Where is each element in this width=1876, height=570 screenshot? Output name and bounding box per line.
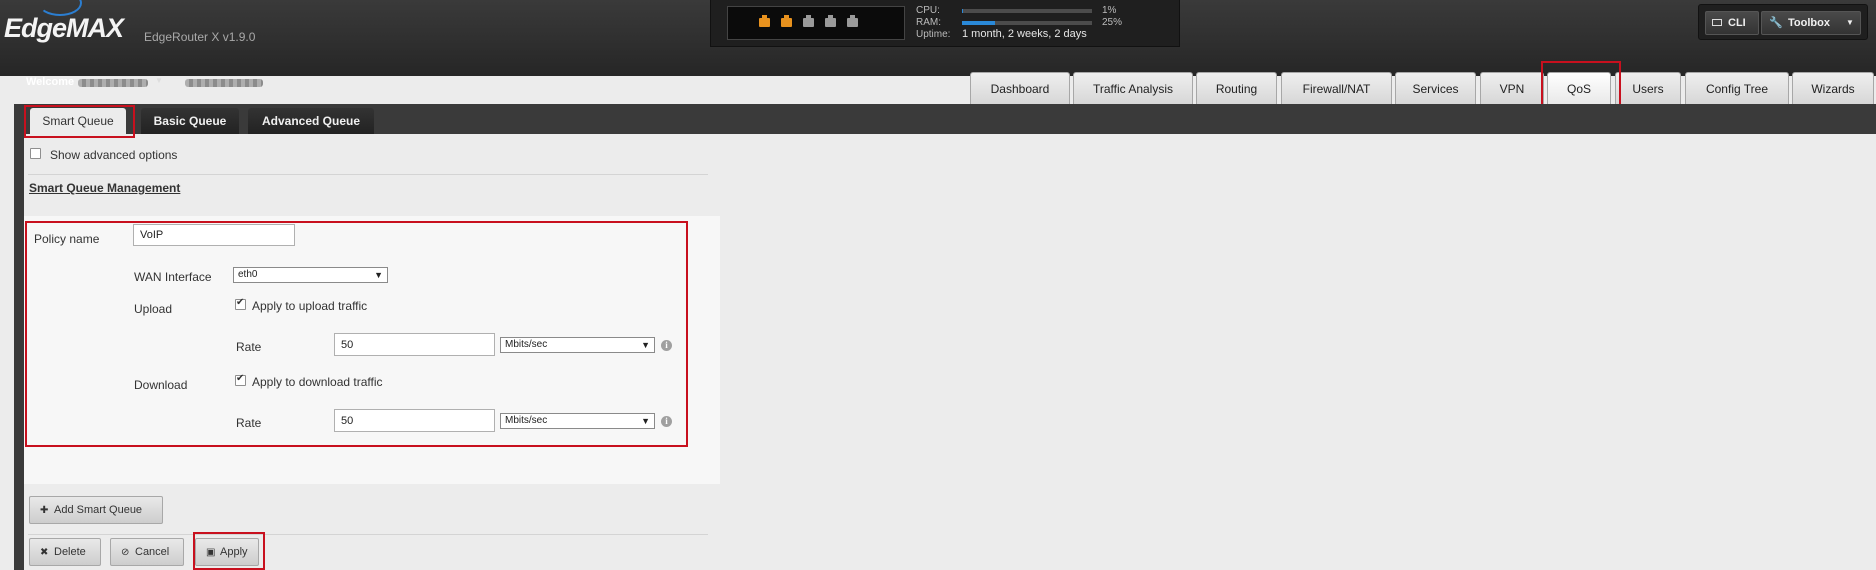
port-icon	[803, 15, 814, 27]
info-icon[interactable]: i	[661, 340, 672, 351]
tab-config-tree[interactable]: Config Tree	[1685, 72, 1789, 105]
download-apply-label: Apply to download traffic	[252, 375, 383, 389]
hostname-redacted	[185, 79, 263, 87]
download-unit-value: Mbits/sec	[505, 415, 548, 426]
uptime-value: 1 month, 2 weeks, 2 days	[962, 28, 1087, 40]
dropdown-arrow-icon: ▼	[374, 270, 383, 280]
frame-border	[14, 104, 24, 570]
uptime-label: Uptime:	[916, 29, 951, 40]
close-icon: ✖	[40, 547, 49, 558]
dropdown-arrow-icon: ▼	[641, 416, 650, 426]
add-smart-queue-button[interactable]: ✚ Add Smart Queue	[29, 496, 163, 524]
apply-label: Apply	[220, 546, 248, 558]
user-menu-chevron-icon[interactable]: ▼	[155, 76, 163, 85]
tab-firewall-nat[interactable]: Firewall/NAT	[1281, 72, 1392, 105]
status-panel: CPU: 1% RAM: 25% Uptime: 1 month, 2 week…	[710, 0, 1180, 47]
subtab-advanced-queue[interactable]: Advanced Queue	[248, 108, 374, 134]
download-apply-checkbox[interactable]	[235, 373, 246, 386]
subtab-smart-queue[interactable]: Smart Queue	[30, 108, 126, 134]
ban-icon: ⊘	[121, 547, 130, 558]
wrench-icon: 🔧	[1769, 17, 1783, 29]
cli-button[interactable]: CLI	[1705, 11, 1759, 35]
username-redacted	[78, 79, 148, 87]
cli-label: CLI	[1728, 17, 1746, 29]
show-advanced-label: Show advanced options	[50, 148, 178, 162]
welcome-label: Welcome	[26, 76, 75, 88]
tab-users[interactable]: Users	[1615, 72, 1681, 105]
chevron-down-icon: ▼	[1846, 18, 1854, 27]
ram-meter-fill	[962, 21, 995, 25]
show-advanced-checkbox[interactable]	[30, 148, 41, 159]
wan-interface-value: eth0	[238, 269, 258, 280]
section-title: Smart Queue Management	[29, 181, 181, 195]
upload-label: Upload	[134, 302, 173, 316]
terminal-icon	[1712, 19, 1722, 26]
download-unit-select[interactable]: Mbits/sec ▼	[500, 413, 655, 429]
cancel-button[interactable]: ⊘ Cancel	[110, 538, 184, 566]
ram-label: RAM:	[916, 17, 941, 28]
top-header: EdgeMAX EdgeRouter X v1.9.0 CPU: 1% RAM:…	[0, 0, 1876, 76]
port-icon	[781, 15, 792, 27]
wan-interface-label: WAN Interface	[134, 270, 212, 284]
tool-panel: CLI 🔧 Toolbox ▼	[1698, 4, 1868, 40]
toolbox-button[interactable]: 🔧 Toolbox ▼	[1761, 11, 1861, 35]
cpu-value: 1%	[1102, 5, 1117, 16]
download-rate-input[interactable]	[334, 409, 495, 432]
tab-routing[interactable]: Routing	[1196, 72, 1277, 105]
divider	[28, 174, 708, 175]
add-smart-queue-label: Add Smart Queue	[54, 504, 143, 516]
cpu-meter	[962, 9, 1092, 13]
version-label: EdgeRouter X v1.9.0	[144, 30, 256, 44]
info-icon[interactable]: i	[661, 416, 672, 427]
tab-traffic-analysis[interactable]: Traffic Analysis	[1073, 72, 1193, 105]
app-logo: EdgeMAX	[4, 13, 124, 43]
download-label: Download	[134, 378, 188, 392]
toolbox-label: Toolbox	[1788, 17, 1830, 29]
upload-apply-label: Apply to upload traffic	[252, 299, 368, 313]
port-icon	[847, 15, 858, 27]
port-icon	[759, 15, 770, 27]
dropdown-arrow-icon: ▼	[641, 340, 650, 350]
divider	[28, 534, 708, 535]
port-status	[727, 6, 905, 40]
subtab-basic-queue[interactable]: Basic Queue	[141, 108, 239, 134]
tab-wizards[interactable]: Wizards	[1792, 72, 1874, 105]
tab-vpn[interactable]: VPN	[1480, 72, 1544, 105]
wan-interface-select[interactable]: eth0 ▼	[233, 267, 388, 283]
delete-label: Delete	[54, 546, 86, 558]
apply-button[interactable]: ▣ Apply	[195, 538, 259, 566]
policy-name-label: Policy name	[34, 232, 100, 246]
ram-value: 25%	[1102, 17, 1123, 28]
port-icon	[825, 15, 836, 27]
policy-name-input[interactable]	[133, 224, 295, 246]
ram-meter	[962, 21, 1092, 25]
tab-qos[interactable]: QoS	[1547, 72, 1611, 105]
upload-rate-input[interactable]	[334, 333, 495, 356]
upload-apply-checkbox[interactable]	[235, 297, 246, 310]
plus-icon: ✚	[40, 505, 49, 516]
cancel-label: Cancel	[135, 546, 170, 558]
cpu-label: CPU:	[916, 5, 940, 16]
upload-unit-select[interactable]: Mbits/sec ▼	[500, 337, 655, 353]
cpu-meter-fill	[962, 9, 964, 13]
delete-button[interactable]: ✖ Delete	[29, 538, 101, 566]
save-icon: ▣	[206, 547, 216, 558]
tab-services[interactable]: Services	[1395, 72, 1476, 105]
tab-dashboard[interactable]: Dashboard	[970, 72, 1070, 105]
upload-rate-label: Rate	[236, 340, 262, 354]
download-rate-label: Rate	[236, 416, 262, 430]
upload-unit-value: Mbits/sec	[505, 339, 548, 350]
